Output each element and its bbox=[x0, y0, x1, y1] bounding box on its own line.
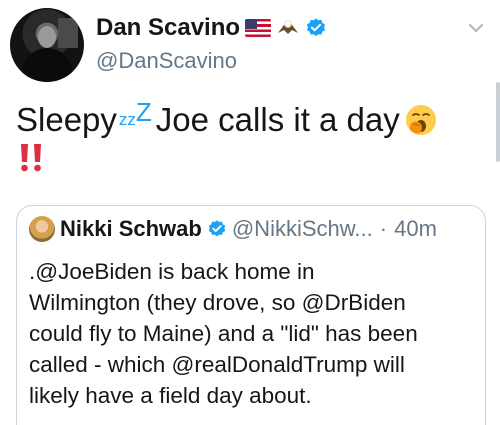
sleep-z-large: Z bbox=[135, 97, 152, 127]
quoted-author-avatar[interactable] bbox=[29, 216, 55, 242]
author-avatar[interactable] bbox=[10, 8, 84, 82]
double-exclamation-icon bbox=[21, 144, 41, 172]
scrollbar-thumb[interactable] bbox=[496, 82, 500, 162]
yawning-face-icon bbox=[405, 105, 436, 135]
tweet-text-part-2: Joe calls it a day bbox=[155, 101, 400, 138]
author-handle[interactable]: @DanScavino bbox=[96, 48, 237, 74]
avatar-figure bbox=[22, 48, 72, 82]
sleep-zz-small: zz bbox=[118, 110, 136, 129]
tweet-line-2 bbox=[16, 140, 486, 176]
flag-us-icon bbox=[245, 19, 272, 37]
avatar-background bbox=[58, 18, 78, 48]
quoted-text-line: could fly to Maine) and a "lid" has been bbox=[29, 321, 418, 346]
quoted-text-line: called - which @realDonaldTrump will bbox=[29, 352, 405, 377]
tweet-line-1: Sleepy zz Z Joe calls it a day bbox=[16, 97, 486, 140]
quoted-author-handle[interactable]: @NikkiSchw... bbox=[232, 216, 373, 242]
eagle-icon bbox=[278, 20, 299, 34]
verified-icon bbox=[208, 220, 226, 237]
tweet-text-part-1: Sleepy bbox=[16, 101, 117, 138]
quoted-text-line: likely have a field day about. bbox=[29, 383, 312, 408]
meta-separator: · bbox=[379, 216, 388, 241]
quoted-text-line: .@JoeBiden is back home in bbox=[29, 259, 315, 284]
chevron-down-icon[interactable] bbox=[468, 22, 484, 34]
avatar-face bbox=[38, 26, 56, 48]
quoted-tweet-time[interactable]: 40m bbox=[394, 216, 437, 242]
tweet-header: Dan Scavino @DanScavino bbox=[0, 0, 500, 90]
author-display-name[interactable]: Dan Scavino bbox=[96, 14, 240, 42]
quoted-text-line: Wilmington (they drove, so @DrBiden bbox=[29, 290, 406, 315]
verified-icon bbox=[307, 18, 326, 37]
tweet-text: Sleepy zz Z Joe calls it a day bbox=[16, 97, 486, 176]
quoted-tweet-card[interactable]: Nikki Schwab @NikkiSchw... · 40m .@JoeBi… bbox=[16, 205, 486, 425]
quoted-tweet-header: Nikki Schwab @NikkiSchw... · 40m bbox=[29, 216, 437, 242]
quoted-tweet-text: .@JoeBiden is back home in Wilmington (t… bbox=[29, 256, 479, 411]
quoted-author-name[interactable]: Nikki Schwab bbox=[60, 216, 202, 242]
author-name-row: Dan Scavino bbox=[96, 14, 327, 42]
